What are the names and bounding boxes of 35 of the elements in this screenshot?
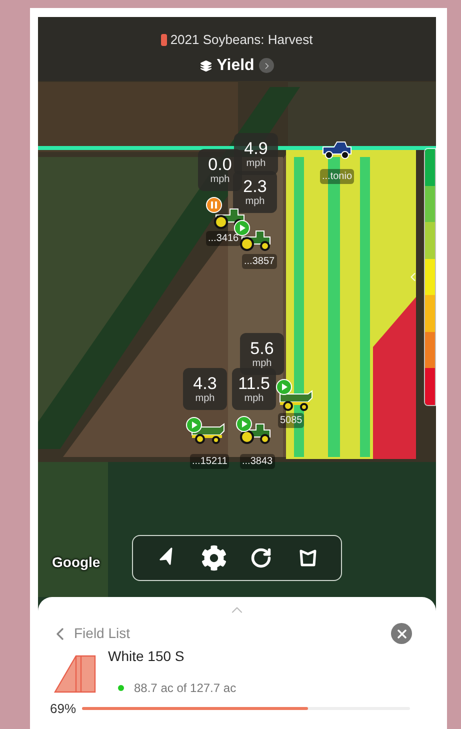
layers-icon: [200, 60, 212, 72]
progress-percent: 69%: [50, 702, 76, 715]
back-link[interactable]: Field List: [50, 623, 130, 644]
vehicle-label: ...3843: [240, 454, 275, 469]
season-title: 2021 Soybeans: Harvest: [170, 31, 313, 49]
vehicle-label: ...3857: [242, 254, 277, 269]
speed-unit: mph: [246, 158, 266, 168]
speed-unit: mph: [210, 174, 230, 184]
vehicle-label: ...tonio: [320, 169, 354, 184]
harvested-area: 88.7 ac of 127.7 ac: [134, 679, 236, 697]
close-button[interactable]: [391, 623, 412, 644]
chevron-icon: [259, 58, 274, 73]
vehicle-label: ...3416: [206, 231, 241, 246]
close-icon: [394, 626, 408, 640]
speed-value: 5.6: [250, 340, 274, 356]
boundary-icon: [298, 548, 318, 568]
speed-unit: mph: [244, 394, 264, 404]
speed-value: 0.0: [208, 156, 232, 172]
speed-unit: mph: [252, 358, 272, 368]
field-name: White 150 S: [108, 647, 186, 666]
vehicle-label: 5085: [278, 413, 304, 428]
speed-value: 2.3: [243, 178, 267, 194]
combine-icon[interactable]: [278, 389, 314, 411]
layer-selector[interactable]: Yield: [200, 54, 274, 78]
map-attribution: Google: [52, 553, 100, 572]
vehicle-label: ...15211: [190, 454, 230, 469]
yield-legend[interactable]: [424, 148, 436, 406]
speed-value: 4.3: [193, 374, 217, 392]
speed-value: 4.9: [244, 140, 268, 156]
truck-icon[interactable]: [322, 141, 352, 159]
speed-unit: mph: [195, 394, 215, 404]
speed-unit: mph: [245, 196, 265, 206]
crop-color-icon: [161, 34, 168, 46]
speed-value: 11.5: [238, 374, 270, 392]
field-shape-icon: [54, 654, 96, 694]
